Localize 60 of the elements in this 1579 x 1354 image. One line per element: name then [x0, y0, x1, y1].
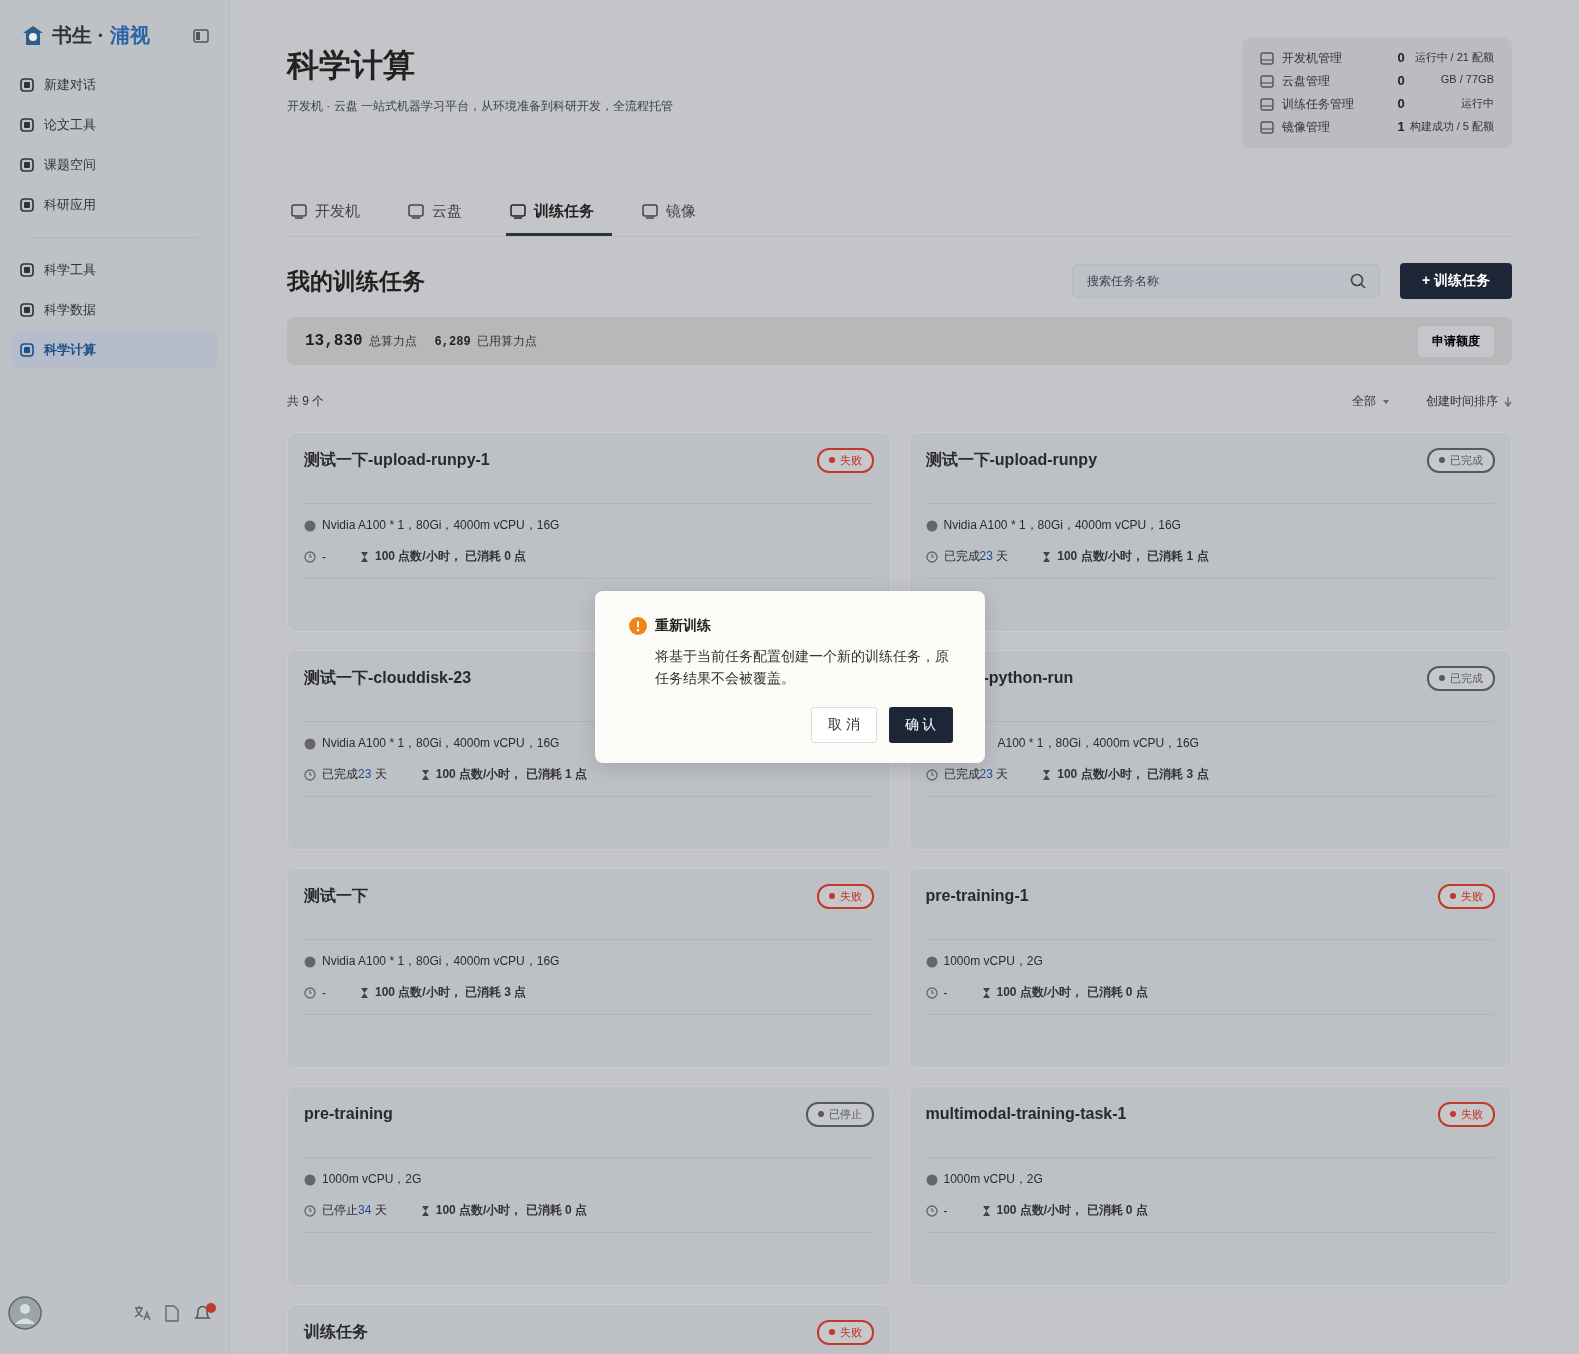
task-cost: 100 点数/小时， 已消耗 0 点	[375, 548, 527, 565]
task-duration: -	[943, 1203, 948, 1218]
task-duration: 已完成23 天	[943, 548, 1009, 565]
status-badge: 已停止	[805, 1101, 874, 1127]
task-cost: 100 点数/小时， 已消耗 0 点	[435, 1202, 588, 1219]
stat-note: 运行中 / 21 配额	[1413, 50, 1494, 65]
resource-spec: Nvidia A100 * 1，80Gi，4000m vCPU，16G	[322, 735, 560, 752]
stat-value: 0	[1396, 50, 1406, 67]
stat-note: 构建成功 / 5 配额	[1409, 119, 1494, 134]
points-used: 6,289	[434, 335, 471, 349]
task-name: 测试一下-upload-runpy-1	[304, 449, 490, 470]
task-name: pre-training	[304, 1105, 393, 1123]
points-total-label: 总算力点	[368, 333, 417, 350]
task-name: 测试一下	[304, 885, 368, 906]
stat-value: 0	[1396, 96, 1406, 113]
page-title: 科学计算	[287, 46, 416, 85]
points-total: 13,830	[305, 332, 363, 350]
resource-spec: 1000m vCPU，2G	[322, 1171, 422, 1188]
status-badge: 已完成	[1427, 447, 1495, 473]
task-cost: 100 点数/小时， 已消耗 0 点	[996, 984, 1148, 1001]
task-cost: 100 点数/小时， 已消耗 3 点	[375, 984, 527, 1001]
status-badge: 失败	[816, 1319, 874, 1345]
page-subtitle: 开发机 · 云盘 一站式机器学习平台，从环境准备到科研开发，全流程托管	[287, 98, 673, 115]
task-duration: 已停止34 天	[322, 1202, 387, 1219]
status-badge: 失败	[1438, 883, 1495, 909]
task-name: 测试一下-clouddisk-23	[304, 667, 472, 688]
resource-spec: Nvidia A100 * 1，80Gi，4000m vCPU，16G	[943, 517, 1181, 534]
status-badge: 失败	[816, 447, 874, 473]
logo-text-accent: 浦视	[109, 23, 150, 48]
stat-note: 运行中	[1460, 96, 1494, 111]
resource-spec: Nvidia A100 * 1，80Gi，4000m vCPU，16G	[322, 953, 560, 970]
section-title: 我的训练任务	[287, 267, 425, 296]
task-duration: 已完成23 天	[322, 766, 387, 783]
stat-note: GB / 77GB	[1439, 73, 1494, 87]
task-duration: -	[943, 985, 948, 1000]
task-name: 测试一下-upload-runpy	[925, 449, 1098, 470]
status-badge: 已完成	[1427, 665, 1495, 691]
task-name: -python-run	[983, 669, 1074, 687]
task-duration: -	[322, 549, 326, 564]
points-used-label: 已用算力点	[476, 333, 537, 350]
task-name: 训练任务	[304, 1321, 368, 1342]
task-name: pre-training-1	[925, 887, 1029, 905]
task-duration: 已完成23 天	[943, 766, 1009, 783]
logo-text: 书生 ·	[52, 23, 104, 48]
task-cost: 100 点数/小时， 已消耗 1 点	[1057, 548, 1209, 565]
task-cost: 100 点数/小时， 已消耗 1 点	[435, 766, 588, 783]
status-badge: 失败	[1438, 1101, 1495, 1127]
stat-value: 1	[1396, 119, 1406, 136]
resource-spec: Nvidia A100 * 1，80Gi，4000m vCPU，16G	[322, 517, 560, 534]
resource-spec: A100 * 1，80Gi，4000m vCPU，16G	[997, 735, 1199, 752]
resource-spec: 1000m vCPU，2G	[943, 1171, 1043, 1188]
task-name: multimodal-training-task-1	[925, 1105, 1127, 1123]
task-cost: 100 点数/小时， 已消耗 3 点	[1057, 766, 1209, 783]
task-cost: 100 点数/小时， 已消耗 0 点	[996, 1202, 1148, 1219]
resource-spec: 1000m vCPU，2G	[943, 953, 1043, 970]
task-duration: -	[322, 985, 326, 1000]
status-badge: 失败	[816, 883, 874, 909]
task-count: 共 9 个	[287, 393, 325, 410]
stat-value: 0	[1396, 73, 1406, 90]
dialog-title: 重新训练	[654, 617, 711, 635]
